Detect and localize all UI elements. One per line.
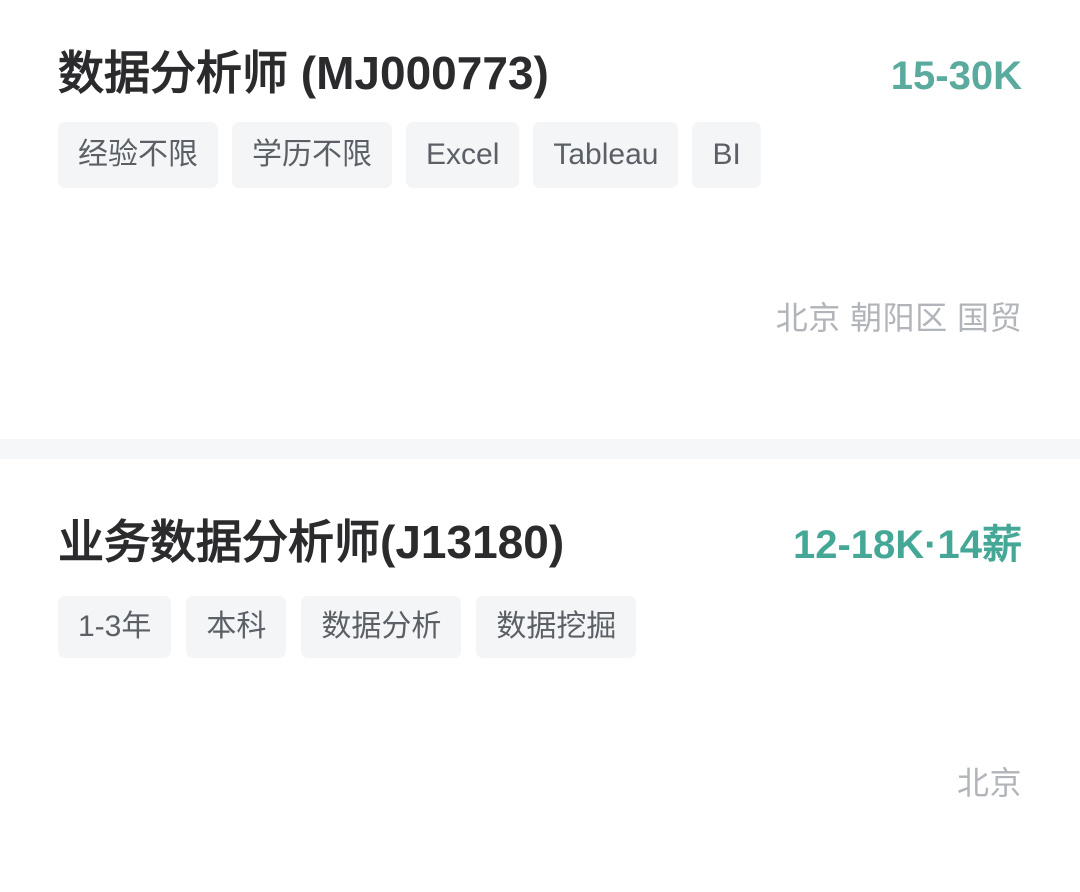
job-tag[interactable]: 1-3年: [58, 595, 172, 658]
job-tag[interactable]: 学历不限: [232, 121, 392, 188]
job-card[interactable]: 业务数据分析师(J13180) 12-18K·14薪 1-3年 本科 数据分析 …: [0, 459, 1080, 892]
job-tag[interactable]: Excel: [406, 121, 520, 188]
job-tag[interactable]: 数据挖掘: [476, 595, 637, 658]
card-divider: [0, 439, 1080, 459]
job-tag[interactable]: Tableau: [533, 121, 679, 188]
job-card-footer: 北京: [58, 758, 1022, 804]
job-card-footer: 北京 朝阳区 国贸: [58, 293, 1022, 339]
job-title[interactable]: 数据分析师 (MJ000773): [58, 47, 549, 100]
job-location: 北京: [956, 764, 1022, 801]
job-tag-row: 经验不限 学历不限 Excel Tableau BI: [58, 121, 1022, 188]
job-salary: 12-18K·14薪: [792, 523, 1022, 567]
job-card[interactable]: 数据分析师 (MJ000773) 15-30K 经验不限 学历不限 Excel …: [0, 0, 1080, 439]
job-tag[interactable]: 本科: [186, 595, 287, 658]
job-list: 数据分析师 (MJ000773) 15-30K 经验不限 学历不限 Excel …: [0, 0, 1080, 892]
job-title[interactable]: 业务数据分析师(J13180): [58, 516, 564, 569]
job-card-header: 业务数据分析师(J13180) 12-18K·14薪: [58, 459, 1022, 569]
job-salary: 15-30K: [890, 54, 1022, 98]
job-tag-row: 1-3年 本科 数据分析 数据挖掘: [58, 595, 1022, 658]
job-tag[interactable]: 经验不限: [58, 121, 218, 188]
job-card-header: 数据分析师 (MJ000773) 15-30K: [58, 0, 1022, 100]
job-tag[interactable]: 数据分析: [301, 595, 462, 658]
job-location: 北京 朝阳区 国贸: [775, 299, 1022, 336]
job-tag[interactable]: BI: [692, 121, 761, 188]
